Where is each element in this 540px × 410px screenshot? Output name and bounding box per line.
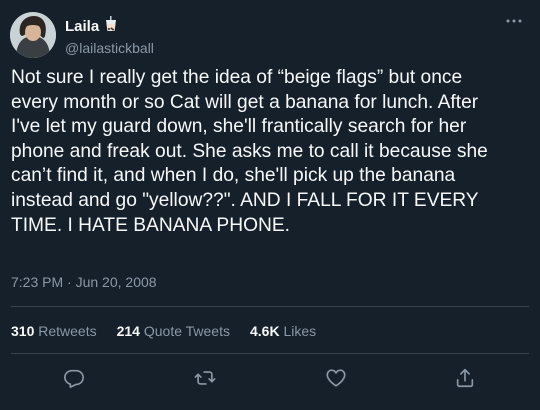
display-name[interactable]: Laila xyxy=(65,18,99,36)
likes-stat[interactable]: 4.6K Likes xyxy=(250,323,316,339)
divider xyxy=(11,353,529,354)
avatar[interactable] xyxy=(10,12,56,58)
retweets-count: 310 xyxy=(11,323,35,339)
retweets-stat[interactable]: 310 Retweets xyxy=(11,323,97,339)
reply-icon[interactable] xyxy=(62,366,86,390)
engagement-stats: 310 Retweets 214 Quote Tweets 4.6K Likes xyxy=(11,323,316,339)
display-name-row[interactable]: Laila xyxy=(65,16,154,37)
tweet-actions xyxy=(0,366,540,390)
likes-count: 4.6K xyxy=(250,323,280,339)
quotes-count: 214 xyxy=(116,323,140,339)
retweet-icon[interactable] xyxy=(193,366,217,390)
bubble-tea-emoji-icon xyxy=(104,16,118,37)
user-handle[interactable]: @lailastickball xyxy=(65,39,154,57)
retweets-label: Retweets xyxy=(38,323,97,339)
tweet-time[interactable]: 7:23 PM xyxy=(11,274,63,290)
like-icon[interactable] xyxy=(324,366,348,390)
likes-label: Likes xyxy=(283,323,317,339)
tweet-timestamp[interactable]: 7:23 PM · Jun 20, 2008 xyxy=(11,274,157,290)
tweet-text: Not sure I really get the idea of “beige… xyxy=(11,67,488,236)
meta-separator: · xyxy=(67,274,72,290)
user-names: Laila @lailastickball xyxy=(65,16,154,57)
quotes-label: Quote Tweets xyxy=(143,323,230,339)
more-options-icon[interactable] xyxy=(502,12,526,30)
quotes-stat[interactable]: 214 Quote Tweets xyxy=(117,323,230,339)
divider xyxy=(11,306,529,307)
tweet-date[interactable]: Jun 20, 2008 xyxy=(76,274,157,290)
share-icon[interactable] xyxy=(453,366,477,390)
tweet-header: Laila @lailastickball xyxy=(10,8,530,58)
